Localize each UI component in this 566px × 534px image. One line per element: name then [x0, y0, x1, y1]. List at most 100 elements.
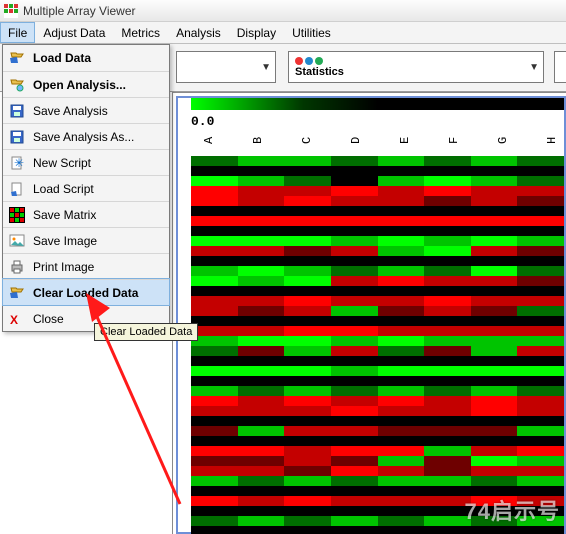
- heatmap-row: [191, 186, 564, 196]
- menu-utilities[interactable]: Utilities: [284, 22, 339, 43]
- menu-metrics[interactable]: Metrics: [113, 22, 168, 43]
- heatmap-row: [191, 466, 564, 476]
- heatmap-row: [191, 376, 564, 386]
- heatmap-inner: 0.0 A B C D E F G H 74启示号: [176, 96, 566, 534]
- heatmap-row: [191, 416, 564, 426]
- heatmap-row: [191, 336, 564, 346]
- menu-item-label: Save Analysis As...: [33, 130, 134, 144]
- chevron-down-icon: ▼: [529, 62, 539, 73]
- heatmap-row: [191, 176, 564, 186]
- script-load-icon: [9, 181, 25, 197]
- file-menu-item-save-analysis-as[interactable]: Save Analysis As...: [3, 123, 169, 149]
- menu-item-label: Clear Loaded Data: [33, 286, 138, 300]
- heatmap-row: [191, 456, 564, 466]
- load-icon: [9, 50, 25, 66]
- script-new-icon: ✳: [9, 155, 25, 171]
- menu-item-label: Close: [33, 312, 64, 326]
- toolbar-combo-label: Statistics: [295, 66, 344, 78]
- chevron-down-icon: ▼: [261, 62, 271, 73]
- heatmap-scale-label: 0.0: [191, 114, 214, 129]
- heatmap-col-label: F: [447, 130, 461, 144]
- open-icon: [9, 77, 25, 93]
- disk-icon: [9, 103, 25, 119]
- app-icon: [4, 4, 18, 18]
- heatmap-row: [191, 436, 564, 446]
- heatmap-row: [191, 226, 564, 236]
- file-menu-item-load-script[interactable]: Load Script: [3, 175, 169, 201]
- statistics-icon: [295, 57, 323, 65]
- heatmap-row: [191, 476, 564, 486]
- heatmap-row: [191, 326, 564, 336]
- heatmap-col-label: B: [251, 130, 265, 144]
- heatmap-col-label: E: [398, 130, 412, 144]
- heatmap-rows: [191, 156, 564, 534]
- heatmap-row: [191, 256, 564, 266]
- heatmap-row: [191, 206, 564, 216]
- heatmap-row: [191, 426, 564, 436]
- menu-item-label: Print Image: [33, 260, 94, 274]
- file-menu-item-save-image[interactable]: Save Image: [3, 227, 169, 253]
- tooltip: Clear Loaded Data: [94, 323, 198, 341]
- file-menu-item-clear-loaded-data[interactable]: Clear Loaded Data: [3, 279, 169, 305]
- toolbar-combo-1[interactable]: ▼: [176, 51, 276, 83]
- heatmap-col-label: D: [349, 130, 363, 144]
- heatmap-col-label: G: [496, 130, 510, 144]
- heatmap-row: [191, 386, 564, 396]
- menu-display[interactable]: Display: [229, 22, 284, 43]
- heatmap-row: [191, 276, 564, 286]
- heatmap-row: [191, 286, 564, 296]
- toolbar-combo-statistics[interactable]: Statistics ▼: [288, 51, 544, 83]
- heatmap-row: [191, 346, 564, 356]
- print-icon: [9, 259, 25, 275]
- toolbar-combo-3[interactable]: [554, 51, 566, 83]
- heatmap-col-label: A: [202, 130, 216, 144]
- window-title: Multiple Array Viewer: [23, 4, 136, 18]
- file-menu-dropdown: Load Data Open Analysis... Save Analysis Sa…: [2, 44, 170, 332]
- menu-item-label: Open Analysis...: [33, 78, 126, 92]
- file-menu-item-print-image[interactable]: Print Image: [3, 253, 169, 279]
- heatmap-row: [191, 236, 564, 246]
- heatmap-row: [191, 526, 564, 534]
- heatmap-column-labels: A B C D E F G H: [202, 130, 559, 144]
- heatmap-row: [191, 446, 564, 456]
- heatmap-row: [191, 406, 564, 416]
- matrix-icon: [9, 207, 25, 223]
- disk-icon: [9, 129, 25, 145]
- watermark: 74启示号: [465, 494, 560, 526]
- menu-analysis[interactable]: Analysis: [168, 22, 229, 43]
- file-menu-item-new-script[interactable]: ✳ New Script: [3, 149, 169, 175]
- heatmap-row: [191, 356, 564, 366]
- close-icon: X: [9, 311, 25, 327]
- heatmap-row: [191, 296, 564, 306]
- heatmap-gradient: [191, 98, 564, 110]
- menu-file[interactable]: File: [0, 22, 35, 43]
- heatmap-row: [191, 306, 564, 316]
- file-menu-item-save-analysis[interactable]: Save Analysis: [3, 97, 169, 123]
- menu-item-label: Save Analysis: [33, 104, 108, 118]
- image-icon: [9, 233, 25, 249]
- heatmap-col-label: H: [545, 130, 559, 144]
- svg-text:X: X: [10, 313, 18, 327]
- heatmap-row: [191, 366, 564, 376]
- menu-item-label: Load Script: [33, 182, 94, 196]
- svg-text:✳: ✳: [14, 156, 24, 170]
- heatmap-row: [191, 396, 564, 406]
- heatmap-row: [191, 216, 564, 226]
- menubar: File Adjust Data Metrics Analysis Displa…: [0, 22, 566, 44]
- heatmap-row: [191, 316, 564, 326]
- menu-item-label: Save Image: [33, 234, 97, 248]
- window-titlebar: Multiple Array Viewer: [0, 0, 566, 22]
- heatmap-col-label: C: [300, 130, 314, 144]
- clear-icon: [9, 285, 25, 301]
- file-menu-item-load-data[interactable]: Load Data: [3, 45, 169, 71]
- menu-adjust-data[interactable]: Adjust Data: [35, 22, 113, 43]
- menu-item-label: New Script: [33, 156, 91, 170]
- heatmap-row: [191, 266, 564, 276]
- heatmap-panel: 0.0 A B C D E F G H 74启示号: [172, 92, 566, 534]
- file-menu-item-save-matrix[interactable]: Save Matrix: [3, 201, 169, 227]
- heatmap-row: [191, 156, 564, 166]
- file-menu-item-open-analysis[interactable]: Open Analysis...: [3, 71, 169, 97]
- menu-item-label: Save Matrix: [33, 208, 96, 222]
- heatmap-row: [191, 166, 564, 176]
- menu-item-label: Load Data: [33, 51, 91, 65]
